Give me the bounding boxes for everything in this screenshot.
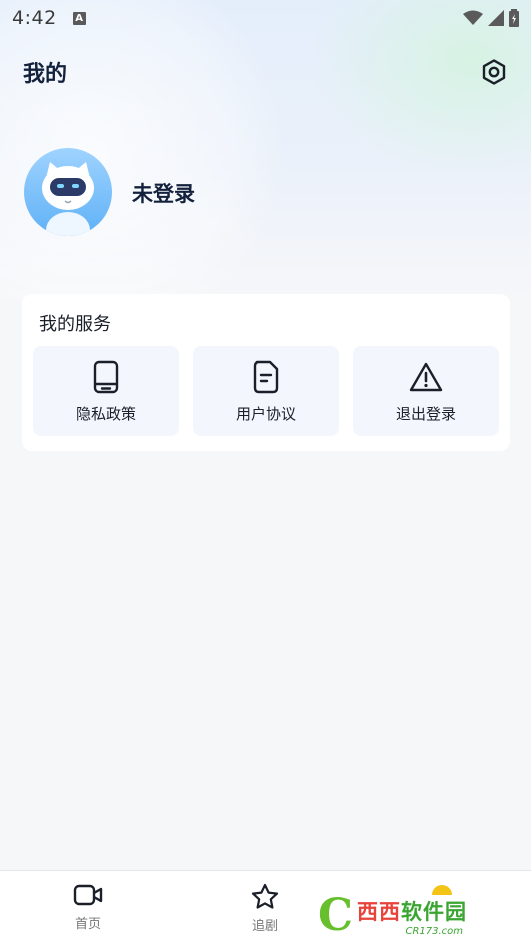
user-agreement-button[interactable]: 用户协议: [193, 346, 339, 436]
services-card: 我的服务 隐私政策 用户协议 退出登录: [22, 294, 510, 451]
user-agreement-label: 用户协议: [235, 405, 296, 423]
notification-a-icon: A: [72, 11, 86, 25]
page-title: 我的: [23, 62, 68, 87]
logout-button[interactable]: 退出登录: [353, 346, 499, 436]
settings-button[interactable]: [478, 56, 510, 88]
watermark-logo: C 西西软件园 CR173.com: [318, 890, 528, 942]
login-status[interactable]: 未登录: [132, 178, 195, 208]
services-title: 我的服务: [39, 314, 111, 335]
nav-home-label: 首页: [74, 917, 101, 932]
warning-triangle-icon: [409, 362, 443, 392]
watermark-brand-red: 西西: [357, 899, 402, 924]
settings-icon: [482, 59, 506, 85]
watermark-c-icon: C: [318, 890, 354, 941]
avatar[interactable]: [24, 148, 112, 236]
watermark-sub: CR173.com: [405, 925, 464, 937]
nav-item-home[interactable]: 首页: [58, 883, 118, 932]
document-icon: [253, 360, 279, 394]
video-icon: [73, 884, 103, 906]
signal-icon: [488, 10, 504, 26]
status-bar: 4:42 A: [0, 0, 531, 36]
privacy-policy-button[interactable]: 隐私政策: [33, 346, 179, 436]
status-time: 4:42: [12, 7, 57, 29]
tablet-icon: [93, 360, 119, 394]
logout-label: 退出登录: [395, 405, 456, 423]
nav-follow-label: 追剧: [251, 919, 278, 934]
battery-icon: [509, 9, 519, 27]
privacy-policy-label: 隐私政策: [75, 405, 136, 423]
watermark-brand-green: 软件园: [401, 899, 468, 924]
star-icon: [251, 883, 279, 909]
nav-item-follow[interactable]: 追剧: [235, 883, 295, 934]
wifi-icon: [463, 10, 483, 25]
robot-cat-avatar-icon: [42, 162, 94, 236]
